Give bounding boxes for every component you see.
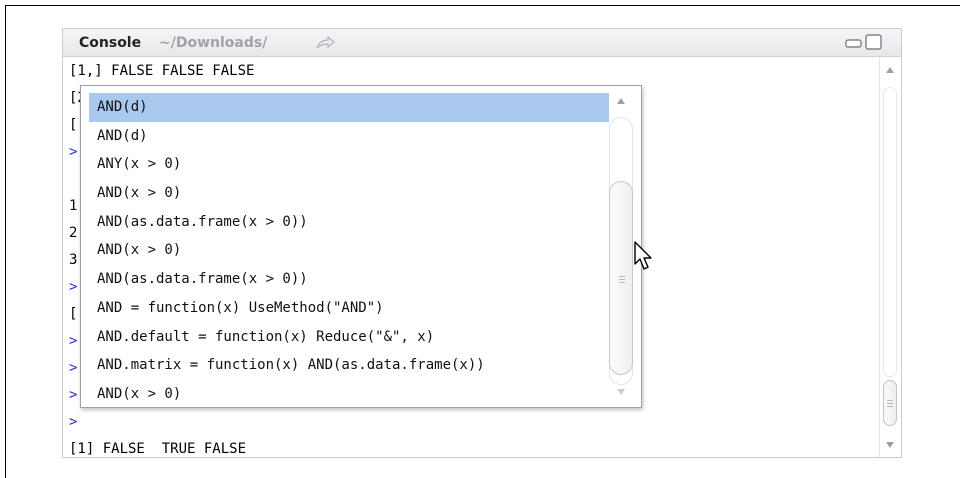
completion-item[interactable]: AND(x > 0) bbox=[89, 179, 609, 208]
console-working-directory[interactable]: ~/Downloads/ bbox=[159, 35, 267, 51]
grip-line bbox=[887, 406, 893, 407]
scroll-down-arrow-icon[interactable] bbox=[886, 442, 894, 448]
minimize-icon[interactable] bbox=[845, 37, 863, 49]
console-line: [1,] FALSE FALSE FALSE bbox=[69, 63, 255, 79]
console-line: > bbox=[69, 279, 78, 295]
scrollbar-track[interactable] bbox=[883, 87, 897, 377]
completion-item[interactable]: AND(d) bbox=[89, 93, 609, 122]
grip-line bbox=[887, 403, 893, 404]
grip-line bbox=[619, 279, 625, 280]
scroll-down-arrow-icon[interactable] bbox=[617, 389, 625, 395]
scroll-up-arrow-icon[interactable] bbox=[886, 67, 894, 73]
console-line: 2 bbox=[69, 225, 78, 241]
scrollbar-thumb[interactable] bbox=[883, 380, 897, 426]
console-line: [1] FALSE TRUE FALSE bbox=[69, 441, 247, 457]
completion-item[interactable]: AND.default = function(x) Reduce("&", x) bbox=[89, 323, 609, 352]
completion-item[interactable]: AND(d) bbox=[89, 122, 609, 151]
console-line: > bbox=[69, 360, 78, 376]
grip-line bbox=[619, 276, 625, 277]
completion-item[interactable]: AND(as.data.frame(x > 0)) bbox=[89, 208, 609, 237]
grip-line bbox=[887, 400, 893, 401]
console-line: 3 bbox=[69, 252, 78, 268]
maximize-icon[interactable] bbox=[865, 34, 883, 50]
console-line: [ bbox=[69, 306, 78, 322]
autocomplete-popup[interactable]: AND(d) AND(d) ANY(x > 0) AND(x > 0) AND(as.d… bbox=[80, 85, 642, 408]
go-to-directory-icon[interactable] bbox=[315, 36, 335, 50]
popup-scrollbar[interactable] bbox=[608, 89, 634, 403]
completion-item[interactable]: ANY(x > 0) bbox=[89, 150, 609, 179]
popup-scrollbar-thumb[interactable] bbox=[609, 181, 633, 375]
completion-item[interactable]: AND(as.data.frame(x > 0)) bbox=[89, 265, 609, 294]
console-line: [ bbox=[69, 117, 78, 133]
completion-item[interactable]: AND = function(x) UseMethod("AND") bbox=[89, 294, 609, 323]
frame-border-left bbox=[5, 5, 6, 478]
console-line: 1 bbox=[69, 198, 78, 214]
completion-item[interactable]: AND.matrix = function(x) AND(as.data.fra… bbox=[89, 351, 609, 380]
console-line: > bbox=[69, 414, 78, 430]
completion-item[interactable]: AND(x > 0) bbox=[89, 380, 609, 407]
grip-line bbox=[619, 282, 625, 283]
console-line: > bbox=[69, 144, 78, 160]
console-header: Console ~/Downloads/ bbox=[63, 29, 901, 57]
console-line: > bbox=[69, 333, 78, 349]
console-scrollbar[interactable] bbox=[879, 57, 901, 457]
frame-border-top bbox=[5, 5, 960, 6]
scroll-up-arrow-icon[interactable] bbox=[617, 98, 625, 104]
completion-list[interactable]: AND(d) AND(d) ANY(x > 0) AND(x > 0) AND(as.d… bbox=[89, 93, 609, 407]
mouse-pointer-icon bbox=[634, 241, 652, 270]
console-title: Console bbox=[79, 35, 142, 51]
completion-item[interactable]: AND(x > 0) bbox=[89, 236, 609, 265]
